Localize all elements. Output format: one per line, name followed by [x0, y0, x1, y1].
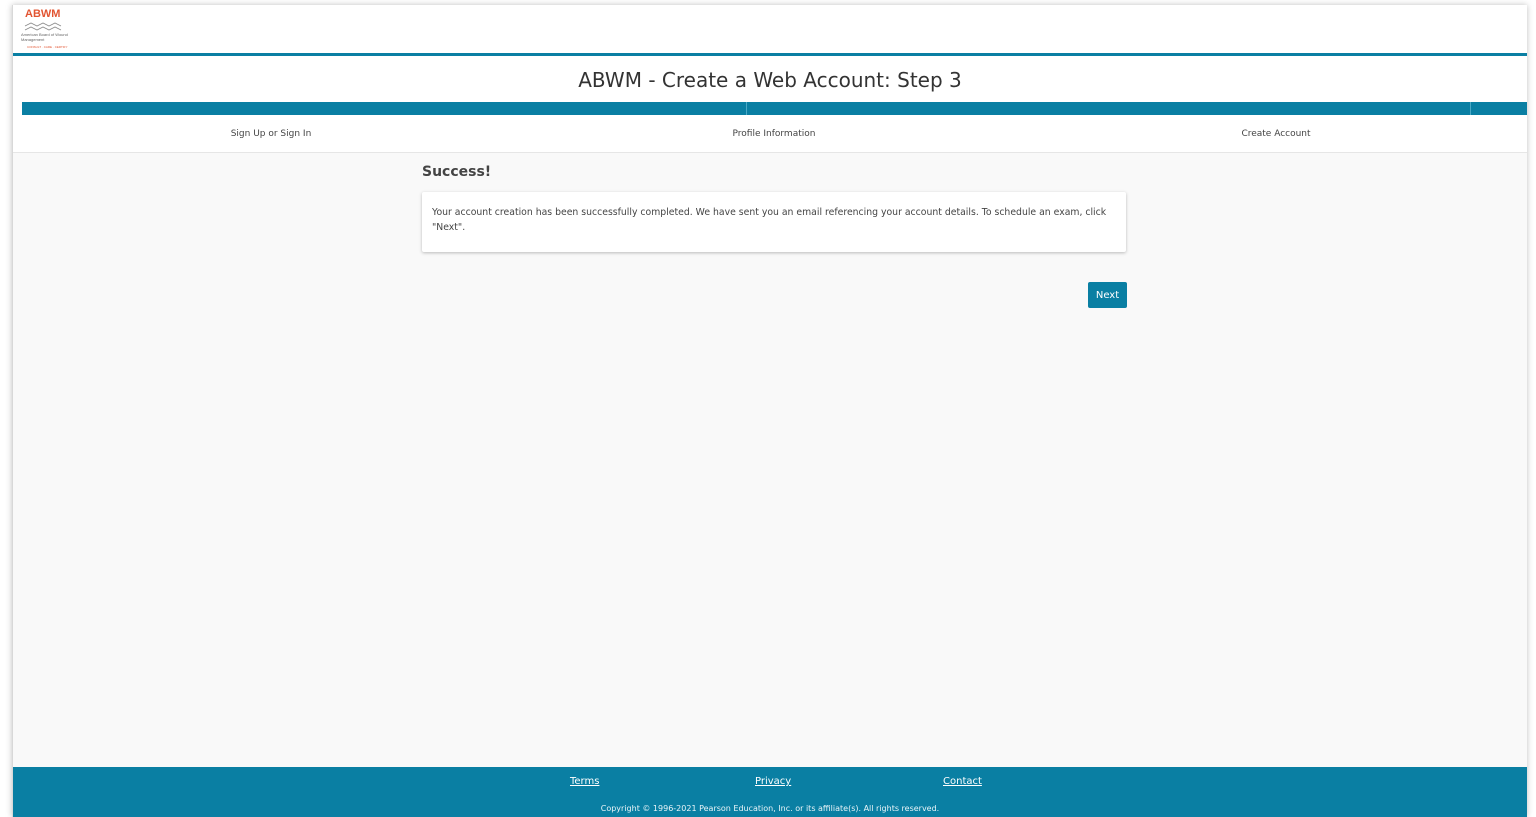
step-labels: Sign Up or Sign In Profile Information C…: [13, 129, 1527, 143]
site-header: ABWM American Board of Wound Management …: [13, 5, 1527, 56]
success-message: Your account creation has been successfu…: [432, 207, 1107, 233]
success-heading: Success!: [422, 164, 492, 180]
next-button[interactable]: Next: [1088, 282, 1127, 308]
browser-page: ABWM American Board of Wound Management …: [12, 5, 1527, 817]
progress-bar: [22, 102, 1527, 115]
message-card: Your account creation has been successfu…: [422, 192, 1126, 252]
step-profile-information: Profile Information: [732, 129, 816, 139]
abwm-logo[interactable]: ABWM American Board of Wound Management …: [21, 8, 69, 52]
logo-wordmark: ABWM: [25, 8, 61, 20]
page-title: ABWM - Create a Web Account: Step 3: [578, 68, 962, 92]
step-sign-up-or-sign-in: Sign Up or Sign In: [230, 129, 312, 139]
progress-step-divider: [1470, 102, 1471, 115]
wave-icon: [24, 22, 62, 31]
progress-step-divider: [746, 102, 747, 115]
logo-tagline: CONSULT · CARE · CERTIFY: [27, 45, 68, 49]
title-band: ABWM - Create a Web Account: Step 3 Sign…: [13, 56, 1527, 153]
step-create-account: Create Account: [1241, 129, 1311, 139]
footer-link-privacy[interactable]: Privacy: [755, 776, 791, 787]
main-content: Success! Your account creation has been …: [422, 162, 1128, 308]
footer-link-contact[interactable]: Contact: [943, 776, 982, 787]
site-footer: Terms Privacy Contact Copyright © 1996-2…: [13, 767, 1527, 817]
copyright-text: Copyright © 1996-2021 Pearson Education,…: [600, 804, 940, 813]
logo-subtitle: American Board of Wound Management: [21, 32, 68, 42]
footer-link-terms[interactable]: Terms: [570, 776, 599, 787]
